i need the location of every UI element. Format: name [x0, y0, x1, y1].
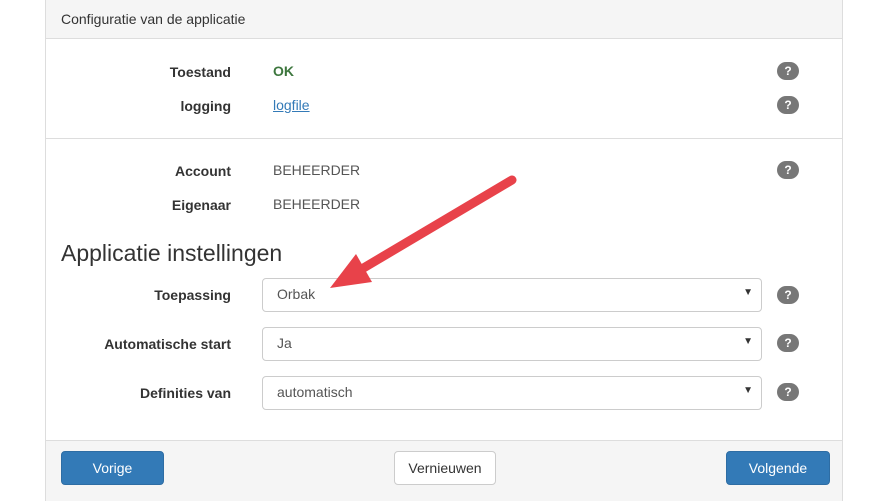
panel-footer: Vorige Vernieuwen Volgende: [46, 440, 842, 501]
automatische-start-selected-value: Ja: [277, 335, 292, 351]
toestand-label: Toestand: [169, 64, 231, 80]
automatische-start-label: Automatische start: [104, 336, 231, 352]
chevron-down-icon: ▼: [743, 336, 753, 347]
panel-heading: Configuratie van de applicatie: [46, 0, 842, 39]
refresh-button[interactable]: Vernieuwen: [394, 451, 496, 485]
logging-help-icon[interactable]: ?: [777, 96, 799, 114]
section-divider: [46, 138, 842, 139]
toestand-help-icon[interactable]: ?: [777, 62, 799, 80]
config-panel: Configuratie van de applicatie Toestand …: [45, 0, 843, 501]
definities-help-icon[interactable]: ?: [777, 383, 799, 401]
account-value: BEHEERDER: [273, 162, 361, 178]
account-help-icon[interactable]: ?: [777, 161, 799, 179]
logging-label: logging: [180, 98, 231, 114]
toepassing-help-icon[interactable]: ?: [777, 286, 799, 304]
chevron-down-icon: ▼: [743, 385, 753, 396]
settings-title: Applicatie instellingen: [61, 240, 283, 266]
logging-value: logfile: [273, 97, 310, 113]
toepassing-selected-value: Orbak: [277, 286, 316, 302]
automatische-start-select[interactable]: Ja ▼: [262, 327, 762, 361]
next-button[interactable]: Volgende: [726, 451, 830, 485]
eigenaar-value: BEHEERDER: [273, 196, 361, 212]
definities-select[interactable]: automatisch ▼: [262, 376, 762, 410]
toepassing-select[interactable]: Orbak ▼: [262, 278, 762, 312]
account-label: Account: [175, 163, 231, 179]
eigenaar-label: Eigenaar: [171, 197, 231, 213]
definities-selected-value: automatisch: [277, 384, 353, 400]
toestand-value: OK: [273, 63, 294, 79]
toepassing-label: Toepassing: [154, 287, 231, 303]
logfile-link[interactable]: logfile: [273, 97, 310, 113]
automatische-start-help-icon[interactable]: ?: [777, 334, 799, 352]
prev-button[interactable]: Vorige: [61, 451, 164, 485]
definities-label: Definities van: [139, 385, 231, 401]
chevron-down-icon: ▼: [743, 287, 753, 298]
